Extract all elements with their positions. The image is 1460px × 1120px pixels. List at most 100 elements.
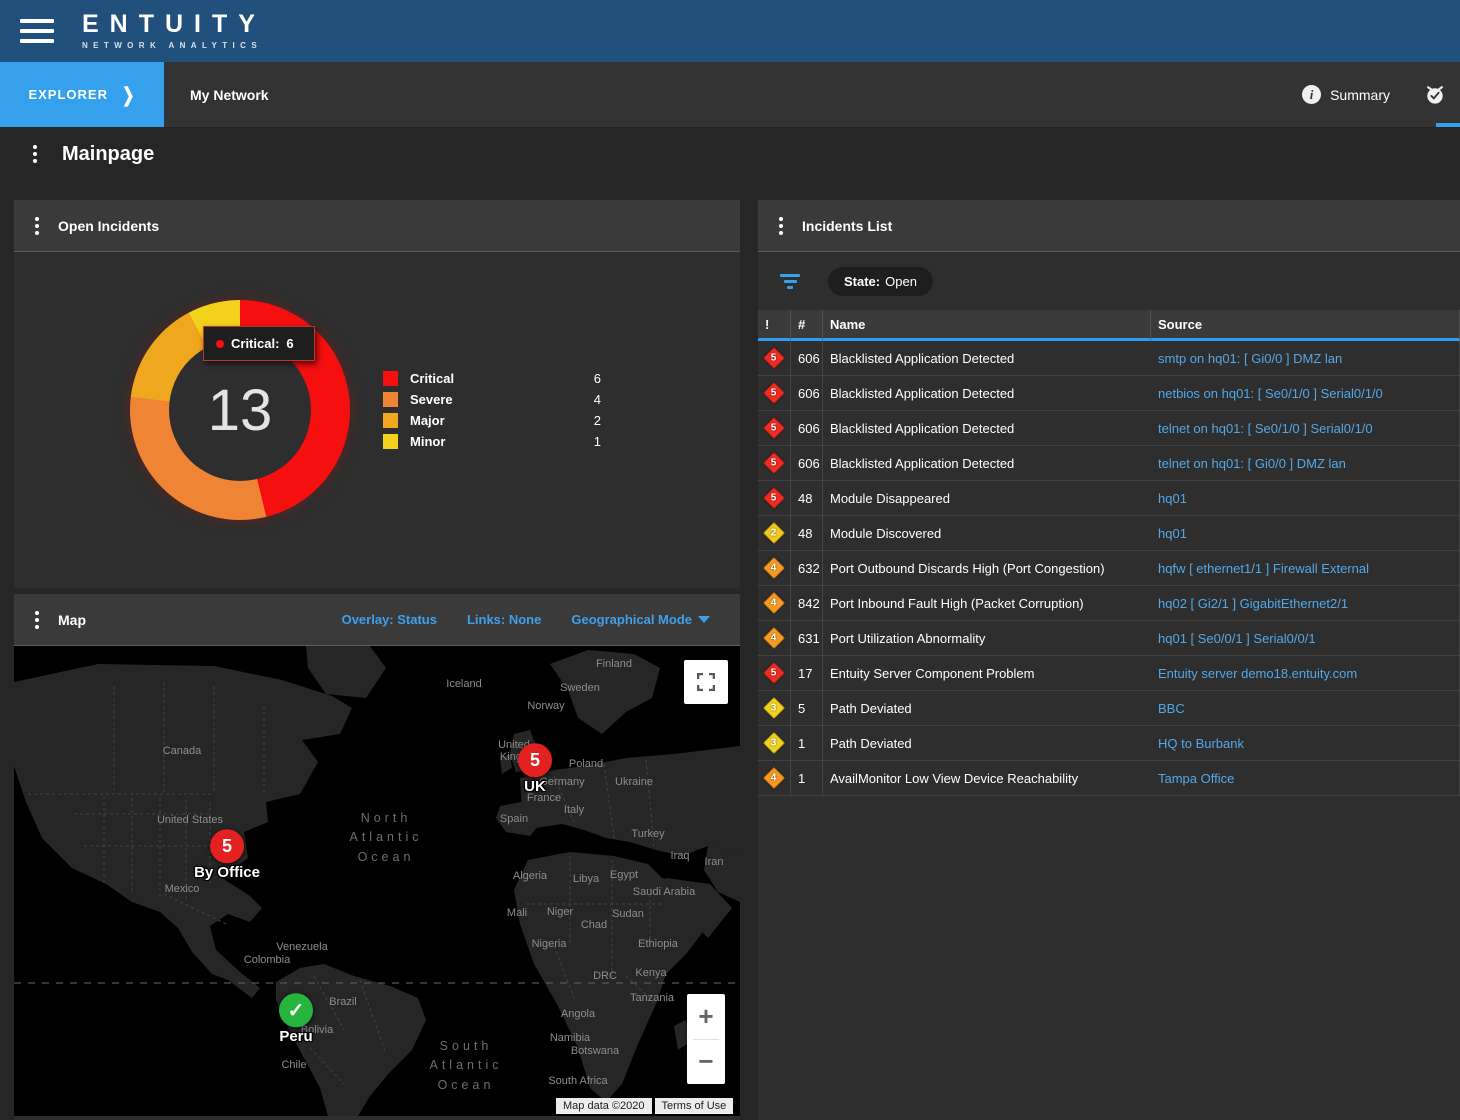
hamburger-menu-icon[interactable] <box>20 19 54 43</box>
incident-source-link[interactable]: HQ to Burbank <box>1158 736 1244 751</box>
explorer-label: EXPLORER <box>28 87 108 102</box>
map-country-label: Egypt <box>610 869 638 881</box>
dashboard-content: Mainpage Open Incidents 13 Critical: 6 <box>0 128 1460 1120</box>
incident-name-cell[interactable]: Path Deviated <box>823 691 1151 726</box>
nav-bar: EXPLORER ❯ My Network i Summary <box>0 62 1460 128</box>
incident-name-cell[interactable]: Blacklisted Application Detected <box>823 411 1151 446</box>
summary-button[interactable]: i Summary <box>1302 85 1390 104</box>
world-map[interactable]: Canada United States Mexico North Atlant… <box>14 646 740 1116</box>
map-panel: Map Overlay: Status Links: None Geograph… <box>14 594 740 1120</box>
incident-count-cell: 5 <box>791 691 823 726</box>
chevron-right-icon: ❯ <box>122 83 136 106</box>
map-data-credit: Map data ©2020 <box>556 1098 652 1114</box>
incident-source-link[interactable]: telnet on hq01: [ Gi0/0 ] DMZ lan <box>1158 456 1346 471</box>
incident-source-link[interactable]: hqfw [ ethernet1/1 ] Firewall External <box>1158 561 1369 576</box>
incident-source-link[interactable]: hq01 <box>1158 491 1187 506</box>
incident-name-cell[interactable]: Port Utilization Abnormality <box>823 621 1151 656</box>
incident-source-link[interactable]: hq01 [ Se0/0/1 ] Serial0/0/1 <box>1158 631 1316 646</box>
summary-label: Summary <box>1330 87 1390 103</box>
open-incidents-menu-icon[interactable] <box>32 214 42 238</box>
incident-source-link[interactable]: telnet on hq01: [ Se0/1/0 ] Serial0/1/0 <box>1158 421 1373 436</box>
zoom-in-button[interactable]: + <box>687 994 725 1039</box>
incident-count-cell: 606 <box>791 376 823 411</box>
map-link[interactable]: Overlay: Status <box>342 612 437 627</box>
map-link[interactable]: Links: None <box>467 612 541 627</box>
legend-item[interactable]: Major 2 <box>383 410 601 431</box>
map-zoom-control: + − <box>687 994 725 1084</box>
legend-item[interactable]: Minor 1 <box>383 431 601 452</box>
map-marker[interactable]: 5 UK <box>518 743 552 795</box>
state-filter-pill[interactable]: State:Open <box>828 267 933 296</box>
incident-name-cell[interactable]: Blacklisted Application Detected <box>823 376 1151 411</box>
column-header-severity[interactable]: ! <box>758 310 791 341</box>
map-country-label: Norway <box>527 700 564 712</box>
map-title: Map <box>58 612 86 628</box>
map-menu-icon[interactable] <box>32 608 42 632</box>
severity-cell: 3 <box>758 726 791 761</box>
map-country-label: Canada <box>163 745 202 757</box>
incident-name-cell[interactable]: AvailMonitor Low View Device Reachabilit… <box>823 761 1151 796</box>
severity-cell: 2 <box>758 516 791 551</box>
map-country-label: Brazil <box>329 996 357 1008</box>
incident-source-link[interactable]: Entuity server demo18.entuity.com <box>1158 666 1357 681</box>
incident-source-cell: netbios on hq01: [ Se0/1/0 ] Serial0/1/0 <box>1151 376 1460 411</box>
map-country-label: Italy <box>564 804 584 816</box>
column-header-source[interactable]: Source <box>1151 310 1460 341</box>
incident-name-cell[interactable]: Blacklisted Application Detected <box>823 341 1151 376</box>
legend-swatch <box>383 413 398 428</box>
incidents-list-menu-icon[interactable] <box>776 214 786 238</box>
incident-name-cell[interactable]: Module Discovered <box>823 516 1151 551</box>
incident-name-cell[interactable]: Blacklisted Application Detected <box>823 446 1151 481</box>
severity-diamond-icon: 4 <box>763 592 786 615</box>
alarm-check-icon <box>1424 84 1446 106</box>
incident-name-cell[interactable]: Module Disappeared <box>823 481 1151 516</box>
incident-source-cell: HQ to Burbank <box>1151 726 1460 761</box>
legend-item[interactable]: Severe 4 <box>383 389 601 410</box>
zoom-out-button[interactable]: − <box>687 1040 725 1085</box>
severity-diamond-icon: 5 <box>763 417 786 440</box>
severity-diamond-icon: 4 <box>763 767 786 790</box>
brand-name: ENTUITY <box>82 12 266 37</box>
filter-label: State: <box>844 274 880 289</box>
tab-my-network[interactable]: My Network <box>164 62 295 127</box>
map-country-label: Ukraine <box>615 776 653 788</box>
severity-diamond-icon: 5 <box>763 662 786 685</box>
map-country-label: North Atlantic Ocean <box>350 809 423 867</box>
legend-item[interactable]: Critical 6 <box>383 368 601 389</box>
legend-label: Critical <box>410 371 454 386</box>
severity-diamond-icon: 4 <box>763 627 786 650</box>
events-alarm-button[interactable] <box>1424 84 1446 106</box>
incident-source-link[interactable]: netbios on hq01: [ Se0/1/0 ] Serial0/1/0 <box>1158 386 1383 401</box>
incident-source-link[interactable]: Tampa Office <box>1158 771 1234 786</box>
incident-source-cell: hq01 <box>1151 516 1460 551</box>
map-fullscreen-button[interactable] <box>684 660 728 704</box>
map-country-label: South Atlantic Ocean <box>430 1037 503 1095</box>
terms-of-use-link[interactable]: Terms of Use <box>655 1098 734 1114</box>
incident-name-cell[interactable]: Entuity Server Component Problem <box>823 656 1151 691</box>
incident-source-link[interactable]: BBC <box>1158 701 1185 716</box>
map-country-label: Sudan <box>612 908 644 920</box>
explorer-button[interactable]: EXPLORER ❯ <box>0 62 164 127</box>
legend-swatch <box>383 392 398 407</box>
column-header-name[interactable]: Name <box>823 310 1151 341</box>
incident-name-cell[interactable]: Path Deviated <box>823 726 1151 761</box>
open-incidents-title: Open Incidents <box>58 218 159 234</box>
incident-name-cell[interactable]: Port Inbound Fault High (Packet Corrupti… <box>823 586 1151 621</box>
filter-icon[interactable] <box>776 270 804 293</box>
mainpage-menu-icon[interactable] <box>30 142 40 166</box>
legend-swatch <box>383 371 398 386</box>
map-landmass <box>14 646 740 1116</box>
map-marker[interactable]: ✓ Peru <box>279 993 313 1045</box>
incident-count-cell: 1 <box>791 761 823 796</box>
map-link[interactable]: Geographical Mode <box>571 612 692 627</box>
map-country-label: Finland <box>596 658 632 670</box>
info-icon: i <box>1302 85 1321 104</box>
column-header-count[interactable]: # <box>791 310 823 341</box>
severity-cell: 5 <box>758 446 791 481</box>
incident-source-link[interactable]: hq02 [ Gi2/1 ] GigabitEthernet2/1 <box>1158 596 1348 611</box>
incident-source-link[interactable]: smtp on hq01: [ Gi0/0 ] DMZ lan <box>1158 351 1342 366</box>
incident-source-cell: telnet on hq01: [ Se0/1/0 ] Serial0/1/0 <box>1151 411 1460 446</box>
incident-name-cell[interactable]: Port Outbound Discards High (Port Conges… <box>823 551 1151 586</box>
map-marker[interactable]: 5 By Office <box>194 829 260 881</box>
incident-source-link[interactable]: hq01 <box>1158 526 1187 541</box>
